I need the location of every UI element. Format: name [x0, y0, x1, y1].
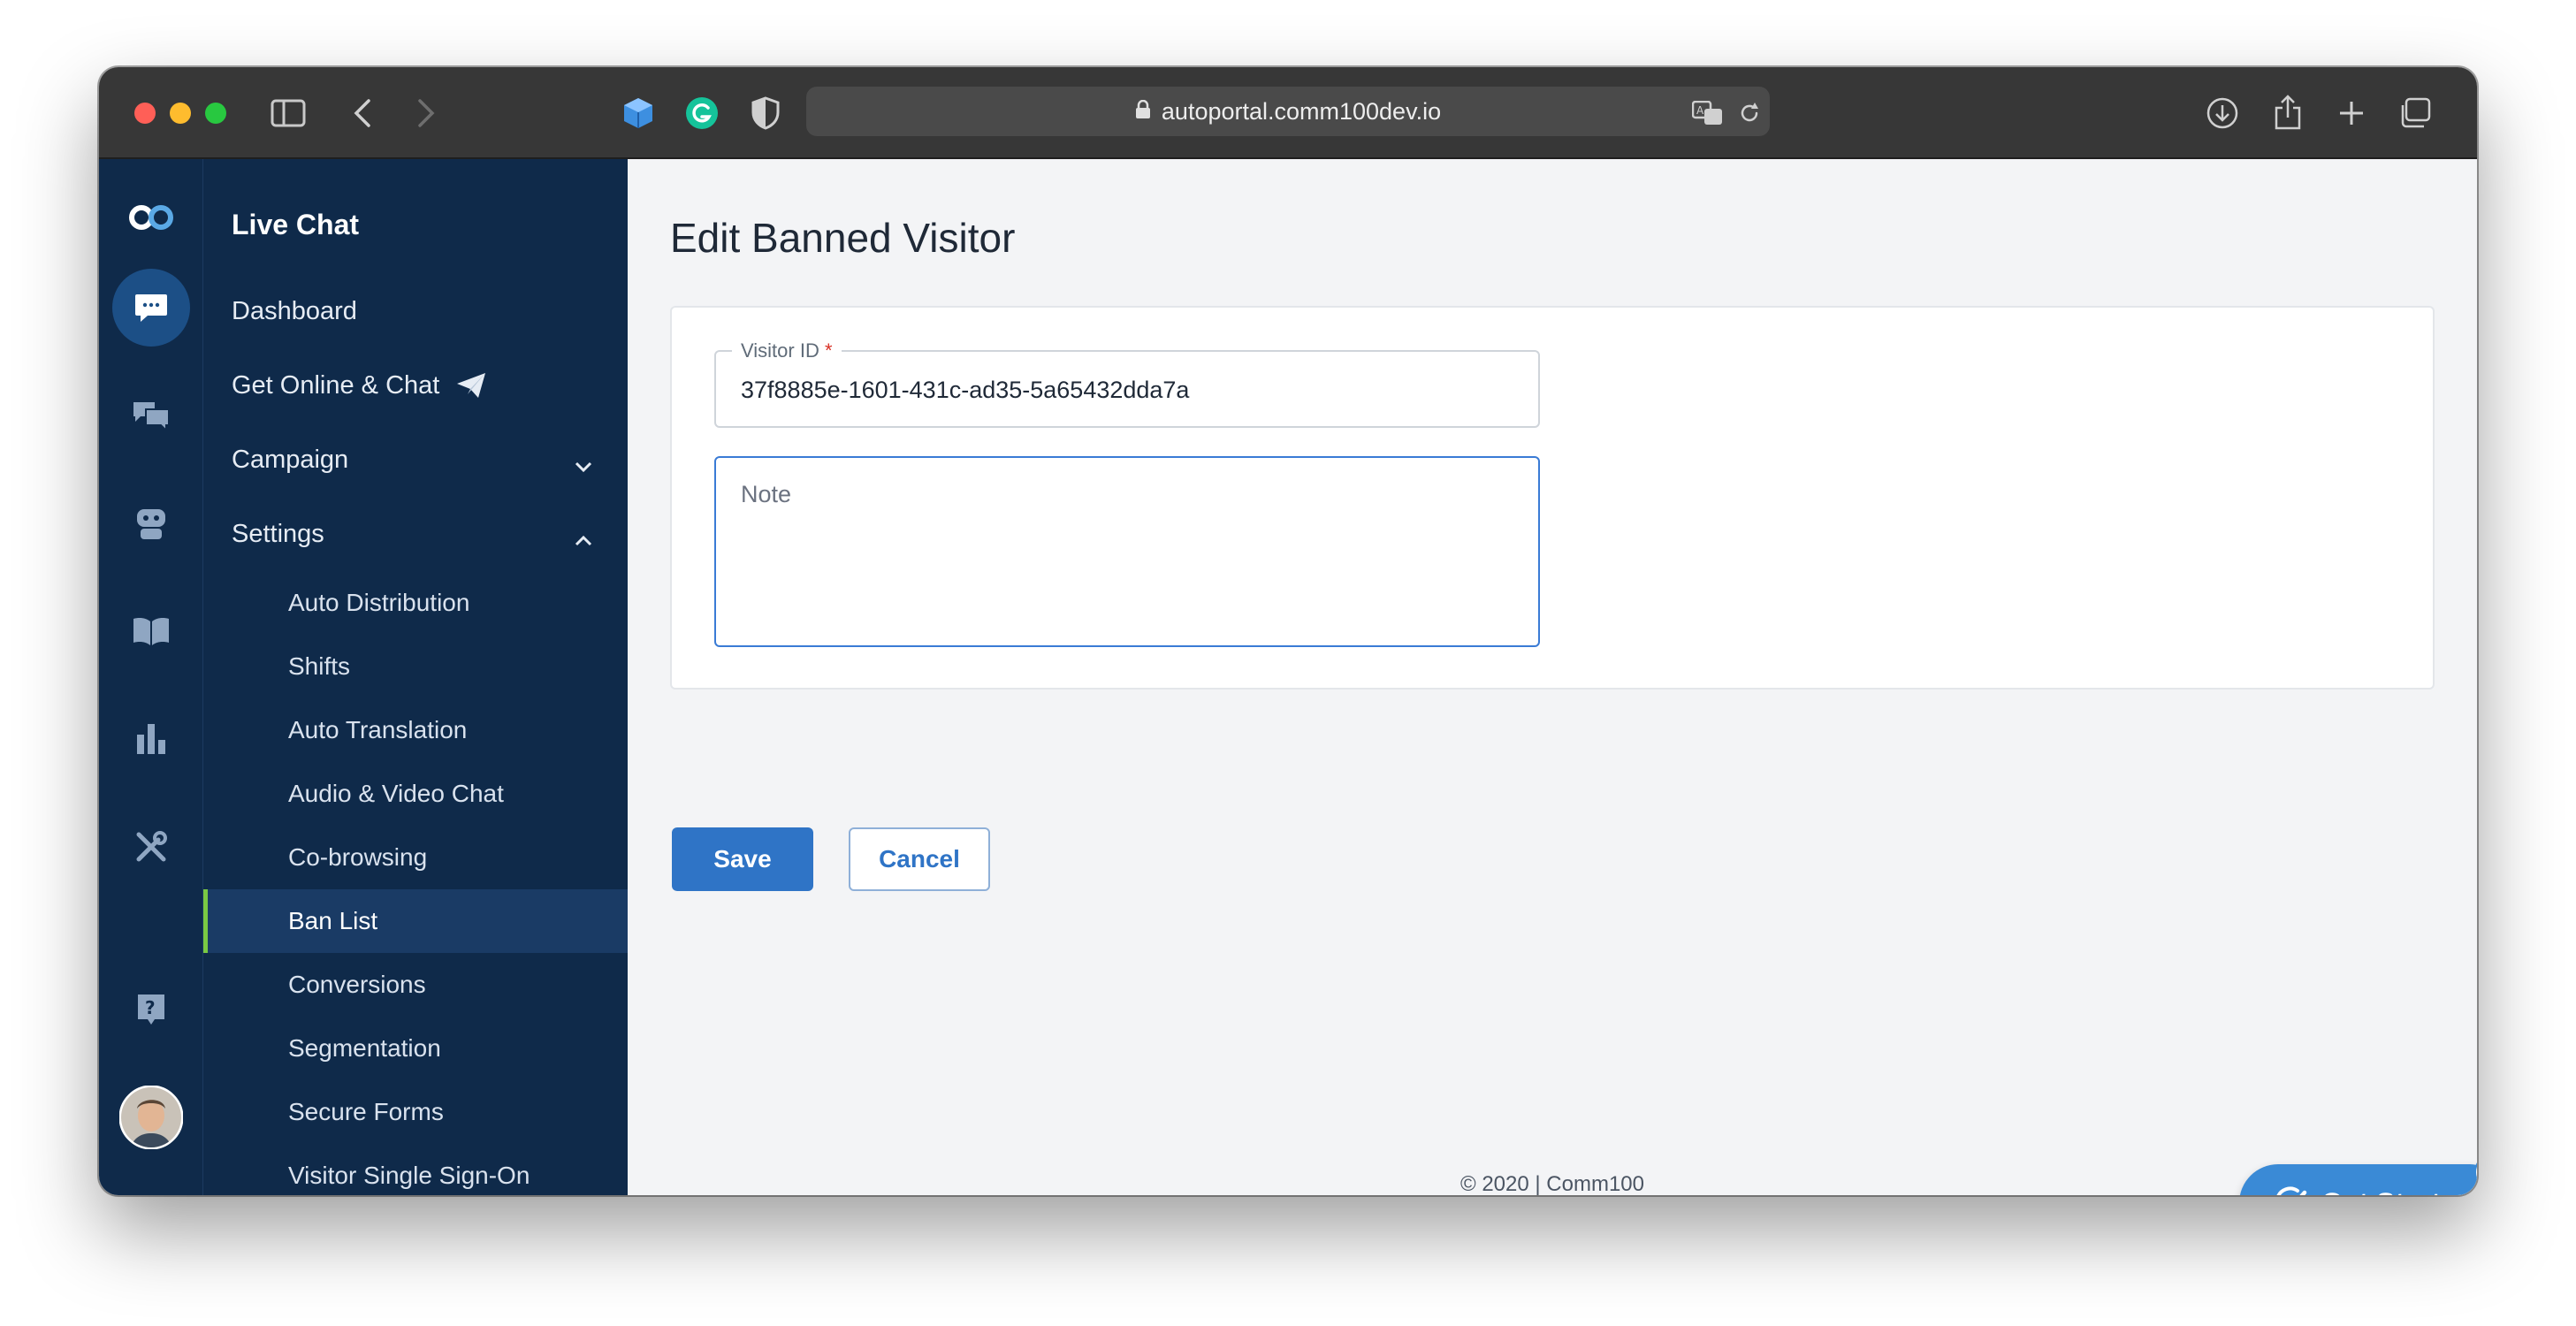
forward-icon[interactable] [408, 94, 444, 133]
notification-badge: 3 [2474, 1154, 2477, 1191]
reload-icon[interactable] [1734, 97, 1764, 129]
close-window-button[interactable] [134, 103, 156, 124]
extension-cube-icon[interactable] [619, 94, 658, 133]
settings-item-visitor-sso[interactable]: Visitor Single Sign-On [203, 1144, 628, 1195]
nav-item-label: Get Online & Chat [232, 370, 440, 400]
url-text: autoportal.comm100dev.io [1161, 97, 1442, 125]
minimize-window-button[interactable] [170, 103, 191, 124]
nav-item-settings[interactable]: Settings [203, 502, 628, 566]
nav-item-label: Campaign [232, 445, 349, 474]
svg-text:?: ? [145, 997, 156, 1018]
tools-icon[interactable] [112, 808, 190, 886]
cancel-button[interactable]: Cancel [849, 827, 990, 891]
comm100-logo-icon[interactable] [112, 179, 190, 256]
save-button[interactable]: Save [672, 827, 813, 891]
nav-item-get-online-chat[interactable]: Get Online & Chat [203, 354, 628, 417]
nav-panel: Live Chat Dashboard Get Online & Chat Ca… [203, 159, 628, 1195]
visitor-id-value: 37f8885e-1601-431c-ad35-5a65432dda7a [741, 377, 1190, 403]
address-bar[interactable]: autoportal.comm100dev.io [806, 87, 1770, 136]
settings-item-audio-video-chat[interactable]: Audio & Video Chat [203, 762, 628, 826]
get-started-label: Get Started [2321, 1187, 2473, 1196]
sidebar-toggle-icon[interactable] [269, 95, 308, 131]
share-icon[interactable] [2268, 92, 2307, 133]
icon-rail: ? [99, 159, 203, 1195]
edit-form-card: Visitor ID * 37f8885e-1601-431c-ad35-5a6… [670, 306, 2435, 690]
reports-icon[interactable] [112, 700, 190, 778]
grammarly-icon[interactable] [682, 94, 721, 133]
nav-item-campaign[interactable]: Campaign [203, 428, 628, 492]
settings-item-label: Co-browsing [288, 843, 428, 871]
settings-item-ban-list[interactable]: Ban List [203, 889, 628, 953]
settings-item-shifts[interactable]: Shifts [203, 635, 628, 698]
settings-item-label: Secure Forms [288, 1098, 444, 1125]
chevron-up-icon [575, 525, 592, 554]
settings-item-label: Audio & Video Chat [288, 780, 504, 807]
required-mark: * [824, 339, 833, 362]
privacy-shield-icon[interactable] [746, 94, 785, 133]
nav-title: Live Chat [232, 209, 360, 240]
browser-toolbar: autoportal.comm100dev.io A [99, 67, 2477, 159]
back-icon[interactable] [345, 94, 380, 133]
avatar[interactable] [112, 1078, 190, 1156]
knowledge-base-icon[interactable] [112, 592, 190, 670]
live-chat-icon[interactable] [112, 269, 190, 347]
footer-copyright: © 2020 | Comm100 [1459, 1172, 1645, 1195]
settings-item-label: Auto Translation [288, 716, 468, 743]
ticketing-icon[interactable] [112, 377, 190, 454]
nav-item-label: Dashboard [232, 296, 357, 325]
settings-item-label: Shifts [288, 652, 351, 680]
visitor-id-field[interactable]: Visitor ID * 37f8885e-1601-431c-ad35-5a6… [714, 339, 1540, 428]
bot-icon[interactable] [112, 484, 190, 562]
get-started-button[interactable]: Get Started 3 [2239, 1154, 2477, 1196]
zoom-window-button[interactable] [205, 103, 226, 124]
settings-item-auto-translation[interactable]: Auto Translation [203, 698, 628, 762]
chevron-down-icon [575, 451, 592, 480]
page-title: Edit Banned Visitor [670, 215, 1016, 261]
tab-overview-icon[interactable] [2396, 94, 2435, 133]
main-content: Edit Banned Visitor Visitor ID * 37f8885… [628, 159, 2477, 1195]
settings-item-auto-distribution[interactable]: Auto Distribution [203, 571, 628, 635]
nav-item-label: Settings [232, 519, 324, 548]
paper-plane-icon [455, 371, 487, 400]
svg-text:A: A [1696, 104, 1704, 117]
check-circle-icon [2274, 1185, 2309, 1195]
downloads-icon[interactable] [2203, 94, 2242, 133]
settings-item-label: Visitor Single Sign-On [288, 1162, 530, 1189]
settings-item-secure-forms[interactable]: Secure Forms [203, 1080, 628, 1144]
settings-item-segmentation[interactable]: Segmentation [203, 1017, 628, 1080]
new-tab-icon[interactable] [2332, 94, 2371, 133]
settings-item-label: Segmentation [288, 1034, 441, 1062]
help-icon[interactable]: ? [112, 971, 190, 1048]
note-textarea[interactable] [714, 456, 1540, 647]
translate-icon[interactable]: A [1690, 97, 1726, 129]
settings-item-conversions[interactable]: Conversions [203, 953, 628, 1017]
settings-item-label: Conversions [288, 971, 426, 998]
nav-item-dashboard[interactable]: Dashboard [203, 279, 628, 343]
settings-item-label: Ban List [288, 907, 378, 934]
settings-item-co-browsing[interactable]: Co-browsing [203, 826, 628, 889]
browser-window: autoportal.comm100dev.io A ? Live Chat D… [99, 67, 2477, 1195]
settings-item-label: Auto Distribution [288, 589, 470, 616]
lock-icon [1135, 98, 1151, 126]
visitor-id-label: Visitor ID * [732, 339, 842, 362]
